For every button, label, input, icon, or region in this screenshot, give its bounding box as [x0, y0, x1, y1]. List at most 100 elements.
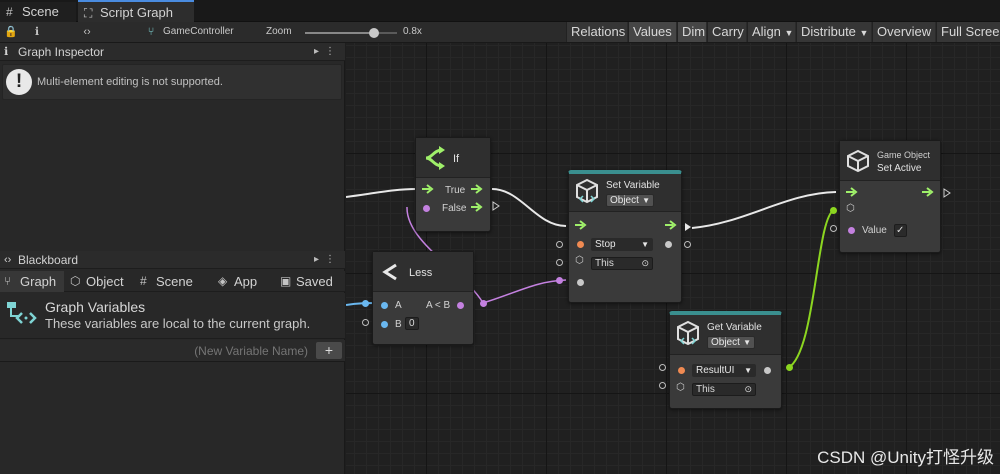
output-value-port[interactable]: [764, 367, 771, 374]
new-variable-name-input[interactable]: [2, 342, 312, 360]
false-output-connector-icon[interactable]: [492, 201, 500, 211]
name-connector[interactable]: [556, 241, 563, 248]
false-output-arrow-icon[interactable]: [471, 202, 483, 212]
chevron-down-icon: ▼: [743, 338, 751, 347]
panel-menu-icon[interactable]: ▸⋮: [314, 43, 341, 61]
blackboard-tab-scene[interactable]: # Scene: [136, 271, 204, 292]
info-icon[interactable]: ℹ: [30, 22, 44, 42]
target-input-connector[interactable]: [830, 207, 837, 214]
control-input-arrow-icon[interactable]: [846, 187, 858, 197]
output-bool-port[interactable]: [457, 302, 464, 309]
cube-icon: ⬡: [846, 203, 855, 214]
value-input-port[interactable]: [848, 227, 855, 234]
less-than-icon: [382, 263, 397, 281]
node-title: Set Active: [877, 163, 922, 174]
less-output-connector[interactable]: [480, 300, 487, 307]
node-if[interactable]: If True False: [415, 137, 491, 232]
target-picker-icon[interactable]: ⊙: [744, 384, 752, 395]
chevron-down-icon: ▼: [642, 196, 650, 205]
node-set-variable[interactable]: Set Variable Object ▼ Stop ▼ ⬡ This ⊙: [568, 170, 682, 303]
control-output-arrow-icon[interactable]: [922, 187, 934, 197]
relations-button[interactable]: Relations: [566, 22, 627, 42]
output-value-port[interactable]: [665, 241, 672, 248]
info-icon: ℹ: [4, 46, 9, 58]
graph-canvas[interactable]: If True False Less A A < B B 0 Set Varia…: [346, 43, 1000, 474]
exclamation-icon: !: [6, 69, 32, 95]
blackboard-tabs: ⑂ Graph ⬡ Object # Scene ◈ App ▣ Saved: [0, 271, 345, 292]
node-title: Less: [409, 267, 433, 279]
control-out-connector-icon[interactable]: [684, 222, 692, 232]
get-variable-output-connector[interactable]: [786, 364, 793, 371]
target-connector[interactable]: [659, 382, 666, 389]
graph-toolbar: 🔒 ℹ ‹› ⑂ GameController Zoom 0.8x Relati…: [0, 22, 1000, 43]
window-tab-bar: # Scene ⛶ Script Graph: [0, 0, 1000, 22]
breadcrumb-game-controller[interactable]: GameController: [163, 22, 234, 42]
wire-getvar-to-setactive-target: [787, 209, 835, 369]
value-connector[interactable]: [830, 225, 837, 232]
blackboard-title: Blackboard: [18, 253, 79, 267]
target-picker-icon[interactable]: ⊙: [641, 258, 649, 269]
values-button[interactable]: Values: [628, 22, 676, 42]
value-checkbox[interactable]: ✓: [894, 224, 907, 237]
control-output-arrow-icon[interactable]: [665, 220, 677, 230]
value-connector[interactable]: [556, 277, 563, 284]
add-variable-button[interactable]: +: [316, 342, 342, 359]
name-connector[interactable]: [659, 364, 666, 371]
full-screen-button[interactable]: Full Screen: [936, 22, 1000, 42]
output-label: A < B: [426, 300, 451, 311]
kind-dropdown[interactable]: Object ▼: [707, 336, 755, 349]
name-input-port[interactable]: [577, 241, 584, 248]
distribute-dropdown[interactable]: Distribute ▼: [796, 22, 871, 42]
tab-scene[interactable]: # Scene: [0, 2, 76, 22]
kind-label: Object: [610, 195, 639, 206]
node-title: Set Variable: [606, 180, 660, 191]
inspector-warning: ! Multi-element editing is not supported…: [2, 64, 342, 100]
false-port-label: False: [442, 203, 467, 214]
variable-name-dropdown[interactable]: ResultUI ▼: [692, 364, 756, 377]
input-a-port[interactable]: [381, 302, 388, 309]
variable-cube-icon: [677, 320, 699, 346]
blackboard-tab-graph[interactable]: ⑂ Graph: [0, 271, 64, 292]
true-output-arrow-icon[interactable]: [471, 184, 483, 194]
control-input-arrow-icon[interactable]: [575, 220, 587, 230]
code-brackets-icon[interactable]: ‹›: [76, 22, 98, 42]
input-b-label: B: [395, 319, 402, 330]
panel-menu-icon[interactable]: ▸⋮: [314, 251, 341, 269]
value-input-port[interactable]: [577, 279, 584, 286]
control-out-connector-icon[interactable]: [943, 188, 951, 198]
blackboard-tab-saved[interactable]: ▣ Saved: [276, 271, 344, 292]
overview-button[interactable]: Overview: [872, 22, 935, 42]
target-field[interactable]: This ⊙: [692, 383, 756, 396]
name-input-port[interactable]: [678, 367, 685, 374]
input-b-field[interactable]: 0: [405, 317, 419, 330]
zoom-slider[interactable]: [305, 28, 397, 38]
app-icon: ◈: [218, 274, 228, 288]
dim-button[interactable]: Dim: [677, 22, 706, 42]
target-value: This: [696, 384, 715, 395]
node-title: Get Variable: [707, 322, 762, 333]
zoom-slider-thumb[interactable]: [369, 28, 379, 38]
node-set-active[interactable]: Game Object Set Active ⬡ Value ✓: [839, 140, 941, 253]
graph-variables-section: Graph Variables These variables are loca…: [0, 293, 345, 339]
lock-icon[interactable]: 🔒: [4, 22, 18, 42]
blackboard-tab-object[interactable]: ⬡ Object: [66, 271, 134, 292]
align-dropdown[interactable]: Align ▼: [747, 22, 795, 42]
kind-dropdown[interactable]: Object ▼: [606, 194, 654, 207]
target-field[interactable]: This ⊙: [591, 257, 653, 270]
node-get-variable[interactable]: Get Variable Object ▼ ResultUI ▼ ⬡ This …: [669, 311, 782, 409]
carry-button[interactable]: Carry: [707, 22, 746, 42]
variable-name-dropdown[interactable]: Stop ▼: [591, 238, 653, 251]
left-panel: ℹ Graph Inspector ▸⋮ ! Multi-element edi…: [0, 43, 345, 474]
input-a-connector[interactable]: [362, 300, 369, 307]
output-connector[interactable]: [684, 241, 691, 248]
tab-label: Object: [86, 274, 124, 289]
control-input-arrow-icon[interactable]: [422, 184, 434, 194]
target-connector[interactable]: [556, 259, 563, 266]
node-less[interactable]: Less A A < B B 0: [372, 251, 474, 345]
input-b-connector[interactable]: [362, 319, 369, 326]
tab-script-graph[interactable]: ⛶ Script Graph: [78, 0, 194, 22]
tab-label: Graph: [20, 274, 57, 289]
input-b-port[interactable]: [381, 321, 388, 328]
condition-input-port[interactable]: [423, 205, 430, 212]
blackboard-tab-app[interactable]: ◈ App: [214, 271, 272, 292]
